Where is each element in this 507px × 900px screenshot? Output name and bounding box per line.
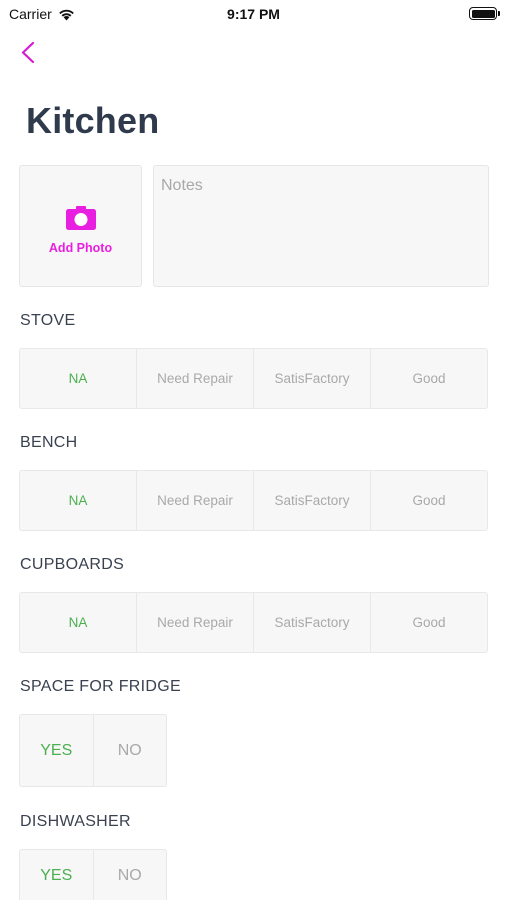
dishwasher-selector: YES NO xyxy=(19,849,167,900)
bench-option-na[interactable]: NA xyxy=(20,471,137,530)
fridge-space-selector: YES NO xyxy=(19,714,167,787)
stove-option-good[interactable]: Good xyxy=(371,349,487,408)
back-button[interactable] xyxy=(14,38,44,68)
camera-icon xyxy=(65,206,96,230)
dishwasher-option-yes[interactable]: YES xyxy=(20,850,94,900)
bench-label: BENCH xyxy=(20,434,78,451)
bench-option-need-repair[interactable]: Need Repair xyxy=(137,471,254,530)
fridge-option-no[interactable]: NO xyxy=(94,715,167,786)
cupboards-label: CUPBOARDS xyxy=(20,556,125,573)
cupboards-option-na[interactable]: NA xyxy=(20,593,137,652)
stove-condition-selector: NA Need Repair SatisFactory Good xyxy=(19,348,488,409)
notes-field[interactable] xyxy=(153,165,489,287)
status-bar: Carrier 9:17 PM xyxy=(0,0,507,30)
cupboards-condition-selector: NA Need Repair SatisFactory Good xyxy=(19,592,488,653)
status-time: 9:17 PM xyxy=(227,6,280,22)
page-title: Kitchen xyxy=(26,100,160,141)
bench-option-satisfactory[interactable]: SatisFactory xyxy=(254,471,371,530)
fridge-option-yes[interactable]: YES xyxy=(20,715,94,786)
battery-icon xyxy=(469,7,500,20)
cupboards-option-need-repair[interactable]: Need Repair xyxy=(137,593,254,652)
stove-option-satisfactory[interactable]: SatisFactory xyxy=(254,349,371,408)
bench-option-good[interactable]: Good xyxy=(371,471,487,530)
fridge-space-label: SPACE FOR FRIDGE xyxy=(20,678,181,695)
stove-option-na[interactable]: NA xyxy=(20,349,137,408)
dishwasher-option-no[interactable]: NO xyxy=(94,850,167,900)
cupboards-option-good[interactable]: Good xyxy=(371,593,487,652)
cupboards-option-satisfactory[interactable]: SatisFactory xyxy=(254,593,371,652)
add-photo-button[interactable]: Add Photo xyxy=(19,165,142,287)
bench-condition-selector: NA Need Repair SatisFactory Good xyxy=(19,470,488,531)
stove-label: STOVE xyxy=(20,312,76,329)
dishwasher-label: DISHWASHER xyxy=(20,813,131,830)
add-photo-label: Add Photo xyxy=(48,241,113,255)
chevron-left-icon xyxy=(21,41,35,64)
stove-option-need-repair[interactable]: Need Repair xyxy=(137,349,254,408)
